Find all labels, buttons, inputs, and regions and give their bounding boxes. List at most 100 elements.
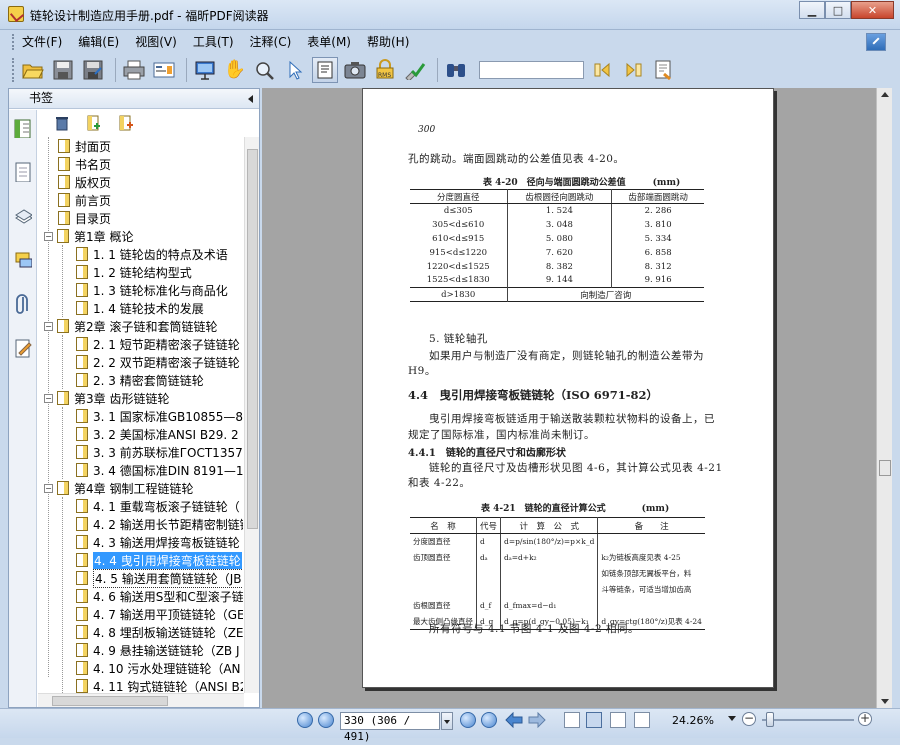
scroll-up-icon[interactable] [880, 90, 890, 98]
page-number-input[interactable]: 330 (306 / 491) [340, 712, 440, 743]
bookmark-chapter[interactable]: − 第2章 滚子链和套筒链链轮 [44, 317, 217, 335]
rms-lock-icon[interactable]: RMS [372, 57, 398, 83]
hand-tool-icon[interactable]: ✋ [222, 57, 248, 83]
bookmark-item[interactable]: 3. 3 前苏联标准ГОСТ13576 [76, 443, 243, 461]
zoom-out-button[interactable]: − [742, 712, 756, 726]
select-arrow-icon[interactable] [282, 57, 308, 83]
bookmark-item[interactable]: 2. 3 精密套筒链链轮 [76, 371, 204, 389]
bookmark-item[interactable]: 1. 1 链轮齿的特点及术语 [76, 245, 228, 263]
comments-tab-icon[interactable] [14, 250, 32, 270]
menu-tools[interactable]: 工具(T) [193, 33, 234, 50]
bookmark-item[interactable]: 4. 10 污水处理链链轮（AN [76, 659, 241, 677]
single-page-view-icon[interactable] [564, 712, 580, 728]
zoom-slider-handle[interactable] [766, 712, 774, 727]
attachments-tab-icon[interactable] [14, 294, 32, 314]
continuous-facing-view-icon[interactable] [634, 712, 650, 728]
bookmark-item[interactable]: 4. 2 输送用长节距精密制链链 [76, 515, 243, 533]
bookmark-vertical-scrollbar[interactable] [244, 137, 259, 693]
first-page-icon[interactable] [297, 712, 313, 728]
add-bookmark-icon[interactable] [86, 115, 102, 131]
pages-tab-icon[interactable] [14, 162, 32, 182]
zoom-in-button[interactable]: + [858, 712, 872, 726]
presentation-icon[interactable] [192, 57, 218, 83]
zoom-dropdown-icon[interactable] [728, 716, 736, 722]
next-page-icon[interactable] [460, 712, 476, 728]
bookmark-item[interactable]: 封面页 [58, 137, 111, 155]
scroll-thumb[interactable] [247, 149, 258, 529]
go-forward-icon[interactable] [528, 712, 546, 728]
bookmark-horizontal-scrollbar[interactable] [38, 693, 244, 707]
bookmark-chapter[interactable]: − 第4章 钢制工程链链轮 [44, 479, 193, 497]
bookmark-item[interactable]: 3. 4 德国标准DIN 8191—19 [76, 461, 243, 479]
bookmark-item[interactable]: 4. 11 钩式链链轮（ANSI B2 [76, 677, 243, 693]
find-input[interactable] [479, 61, 584, 79]
bookmark-item[interactable]: 4. 3 输送用焊接弯板链链轮 [76, 533, 240, 551]
previous-page-icon[interactable] [318, 712, 334, 728]
find-previous-icon[interactable] [590, 57, 616, 83]
bookmark-item[interactable]: 4. 6 输送用S型和C型滚子链 [76, 587, 243, 605]
continuous-view-icon[interactable] [586, 712, 602, 728]
collapse-node-icon[interactable]: − [44, 393, 53, 403]
menu-help[interactable]: 帮助(H) [367, 33, 409, 50]
bookmark-item[interactable]: 4. 9 悬挂输送链链轮（ZB J [76, 641, 240, 659]
zoom-slider[interactable] [762, 719, 854, 721]
bookmark-chapter[interactable]: − 第3章 齿形链链轮 [44, 389, 169, 407]
bookmark-item[interactable]: 3. 1 国家标准GB10855—89 [76, 407, 243, 425]
menu-view[interactable]: 视图(V) [135, 33, 177, 50]
bookmark-item[interactable]: 目录页 [58, 209, 111, 227]
print-icon[interactable] [121, 57, 147, 83]
menu-forms[interactable]: 表单(M) [307, 33, 351, 50]
bookmark-item[interactable]: 版权页 [58, 173, 111, 191]
go-back-icon[interactable] [505, 712, 523, 728]
bookmark-item[interactable]: 1. 2 链轮结构型式 [76, 263, 192, 281]
document-vertical-scrollbar[interactable] [876, 88, 892, 708]
add-child-bookmark-icon[interactable] [118, 115, 134, 131]
find-next-icon[interactable] [620, 57, 646, 83]
bookmark-tab-icon[interactable] [14, 118, 32, 138]
bookmark-item[interactable]: 1. 3 链轮标准化与商品化 [76, 281, 228, 299]
delete-bookmark-icon[interactable] [54, 115, 70, 131]
document-view[interactable]: 300 孔的跳动。端面圆跳动的公差值见表 4-20。 表 4-20 径向与端面圆… [262, 88, 892, 708]
snapshot-icon[interactable] [342, 57, 368, 83]
minimize-button[interactable]: ▁ [799, 1, 825, 19]
bookmark-item[interactable]: 前言页 [58, 191, 111, 209]
fullscreen-toggle-icon[interactable] [866, 33, 886, 51]
facing-view-icon[interactable] [610, 712, 626, 728]
bookmark-item[interactable]: 4. 1 重载弯板滚子链链轮（ [76, 497, 240, 515]
collapse-node-icon[interactable]: − [44, 231, 53, 241]
menu-file[interactable]: 文件(F) [22, 33, 62, 50]
zoom-select-icon[interactable] [252, 57, 278, 83]
bookmark-item[interactable]: 4. 5 输送用套筒链链轮（JB [76, 568, 243, 588]
last-page-icon[interactable] [481, 712, 497, 728]
scroll-thumb[interactable] [879, 460, 891, 476]
bookmark-chapter[interactable]: − 第1章 概论 [44, 227, 133, 245]
bookmark-item[interactable]: 4. 8 埋刮板输送链链轮（ZE [76, 623, 243, 641]
save-icon[interactable] [50, 57, 76, 83]
collapse-node-icon[interactable]: − [44, 321, 53, 331]
properties-icon[interactable] [151, 57, 177, 83]
search-document-icon[interactable] [650, 57, 676, 83]
collapse-node-icon[interactable]: − [44, 483, 53, 493]
menu-edit[interactable]: 编辑(E) [78, 33, 119, 50]
layers-tab-icon[interactable] [14, 206, 32, 226]
bookmark-item[interactable]: 2. 1 短节距精密滚子链链轮 [76, 335, 240, 353]
bookmark-item[interactable]: 4. 7 输送用平顶链链轮（GE [76, 605, 243, 623]
bookmark-item[interactable]: 书名页 [58, 155, 111, 173]
save-as-icon[interactable] [80, 57, 106, 83]
signatures-tab-icon[interactable] [14, 338, 32, 358]
open-folder-icon[interactable] [20, 57, 46, 83]
scroll-down-icon[interactable] [880, 698, 890, 706]
close-button[interactable]: ✕ [851, 1, 894, 19]
page-dropdown-icon[interactable] [441, 712, 453, 730]
scroll-thumb[interactable] [52, 696, 168, 706]
bookmark-item-selected[interactable]: 4. 4 曳引用焊接弯板链链轮 [76, 551, 242, 569]
text-select-icon[interactable] [312, 57, 338, 83]
sign-check-icon[interactable] [402, 57, 428, 83]
maximize-button[interactable]: □ [825, 1, 851, 19]
bookmark-item[interactable]: 2. 2 双节距精密滚子链链轮 [76, 353, 240, 371]
bookmark-item[interactable]: 1. 4 链轮技术的发展 [76, 299, 204, 317]
menu-comment[interactable]: 注释(C) [250, 33, 292, 50]
bookmark-item[interactable]: 3. 2 美国标准ANSI B29. 2 [76, 425, 239, 443]
collapse-panel-icon[interactable] [248, 95, 253, 103]
binoculars-icon[interactable] [443, 57, 469, 83]
